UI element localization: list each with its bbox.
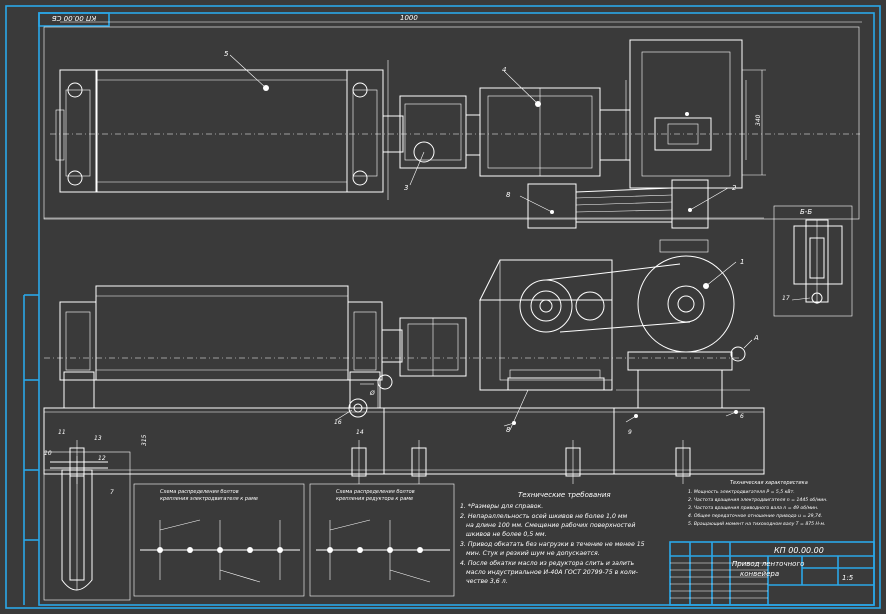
title-line-1: Привод ленточного	[732, 560, 804, 568]
scheme1-title-1: Схема распределения болтов	[160, 489, 239, 495]
tech-req-line: на длине 100 мм. Смещение рабочих поверх…	[466, 521, 635, 529]
title-line-2: конвейера	[740, 570, 779, 578]
drum-front	[95, 285, 349, 381]
tech-req-line: масло индустриальное И-40А ГОСТ 20799-75…	[466, 569, 638, 576]
pulley-large-top	[527, 183, 577, 229]
foundation-bolts	[69, 440, 691, 484]
tech-char-line: 1. Мощность электродвигателя P = 5,5 кВт…	[688, 489, 795, 495]
title-block: КП 00.00.00 Привод ленточного конвейера …	[669, 541, 875, 606]
svg-text:8: 8	[506, 426, 511, 434]
tech-req-line: шкивов не более 0,5 мм.	[466, 530, 547, 538]
frame-front	[43, 407, 765, 475]
svg-text:10: 10	[44, 450, 52, 457]
tech-req-line: 3. Привод обкатать без нагрузки в течени…	[460, 540, 645, 548]
svg-text:2: 2	[732, 184, 737, 192]
tech-char-title: Техническая характеристика	[730, 480, 808, 486]
drawing-number: КП 00.00.00	[774, 546, 824, 555]
motor-pulley-front	[637, 255, 735, 353]
technical-characteristics: Техническая характеристика 1. Мощность э…	[688, 480, 828, 527]
tech-char-line: 5. Вращающий момент на тихоходном валу T…	[688, 521, 825, 527]
svg-text:5: 5	[224, 50, 229, 58]
stamp-code-text: КП 00.00 СБ	[52, 14, 97, 22]
scheme2-title-2: крепления редуктора к раме	[336, 496, 413, 502]
svg-text:13: 13	[94, 435, 102, 442]
svg-text:Ø: Ø	[369, 390, 375, 397]
assembly-drawing: КП 00.00 СБ 1000 5 3 4 340 8 2 315 16 8 …	[5, 5, 881, 609]
tech-req-line: 2. Непараллельность осей шкивов не более…	[460, 512, 628, 520]
drum-top	[96, 69, 348, 193]
svg-text:7: 7	[110, 489, 114, 496]
bolt-scheme-motor: Схема распределения болтов крепления эле…	[133, 483, 305, 597]
top-view: 1000 5 3 4 340 8 2	[43, 14, 862, 229]
section-label: Б-Б	[800, 208, 812, 216]
svg-text:17: 17	[782, 295, 790, 302]
view-label-a: А	[753, 334, 759, 342]
dim-top-text: 1000	[400, 14, 418, 22]
scheme2-title-1: Схема распределения болтов	[336, 489, 415, 495]
tech-char-line: 2. Частота вращения электродвигателя n =…	[688, 497, 828, 503]
pos-11: 11	[58, 429, 66, 436]
tech-req-line: 1. *Размеры для справок.	[460, 503, 543, 510]
tech-req-title: Технические требования	[518, 491, 611, 499]
svg-text:3: 3	[404, 184, 408, 192]
tech-char-line: 3. Частота вращения приводного вала n = …	[688, 505, 819, 511]
svg-text:1: 1	[740, 258, 744, 266]
tech-req-line: 4. После обкатки масло из редуктора слит…	[460, 559, 634, 567]
svg-text:12: 12	[98, 455, 106, 462]
pulley-small-top	[671, 179, 709, 229]
tech-req-line: честве 3,6 л.	[466, 578, 508, 585]
svg-text:8: 8	[506, 191, 511, 199]
front-view: 315 16 8 1 А Ø	[43, 239, 765, 484]
bolt-scheme-reducer: Схема распределения болтов крепления ред…	[309, 483, 455, 597]
position-callouts: 11 14 9 6	[58, 413, 744, 436]
bearing-left-top	[59, 69, 97, 193]
pos-9: 9	[628, 429, 632, 436]
svg-text:315: 315	[141, 434, 148, 446]
scale-value: 1:5	[842, 574, 854, 582]
bolt-section-detail: 10 13 12 7	[43, 435, 131, 601]
svg-text:16: 16	[334, 419, 342, 426]
tech-req-line: мин. Стук и резкий шум не допускается.	[466, 550, 600, 557]
pos-6: 6	[740, 413, 744, 420]
pos-14: 14	[356, 429, 364, 436]
scheme1-title-2: крепления электродвигателя к раме	[160, 496, 258, 502]
svg-text:4: 4	[502, 66, 506, 74]
tech-char-line: 4. Общее передаточное отношение привода …	[688, 513, 822, 519]
svg-text:340: 340	[755, 114, 762, 126]
section-bb: Б-Б 17	[773, 205, 853, 317]
technical-requirements: Технические требования 1. *Размеры для с…	[460, 491, 645, 585]
